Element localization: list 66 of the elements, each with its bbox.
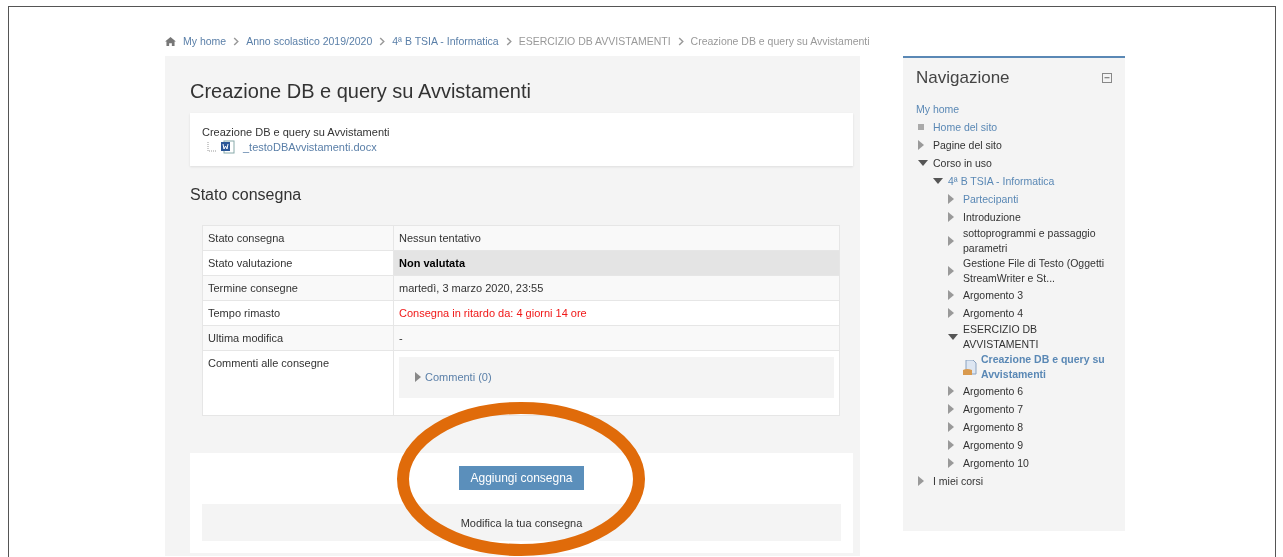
chevron-icon [379, 36, 386, 46]
intro-text: Creazione DB e query su Avvistamenti [202, 126, 391, 138]
block-title: Navigazione [916, 68, 1010, 88]
breadcrumb-link[interactable]: Anno scolastico 2019/2020 [246, 35, 373, 47]
nav-item[interactable]: Argomento 4 [963, 305, 1024, 321]
nav-link[interactable]: Home del sito [933, 119, 998, 135]
caret-icon [415, 372, 421, 382]
nav-item[interactable]: Argomento 8 [963, 419, 1024, 435]
collapsed-caret-icon[interactable] [948, 440, 954, 450]
table-cell: Stato consegna [202, 225, 394, 251]
collapsed-caret-icon[interactable] [948, 290, 954, 300]
table-cell: Stato valutazione [202, 250, 394, 276]
nav-item[interactable]: Gestione File di Testo (Oggetti StreamWriter e St... [963, 256, 1112, 286]
breadcrumb-link[interactable]: 4ª B TSIA - Informatica [392, 35, 499, 47]
collapsed-caret-icon[interactable] [948, 266, 954, 276]
chevron-icon [505, 36, 512, 46]
chevron-icon [233, 36, 240, 46]
breadcrumb-link[interactable]: My home [183, 35, 227, 47]
comments-link[interactable]: Commenti (0) [415, 371, 492, 383]
nav-item[interactable]: sottoprogrammi e passaggio parametri [963, 226, 1112, 256]
table-cell: Tempo rimasto [202, 300, 394, 326]
nav-item[interactable]: Introduzione [963, 209, 1021, 225]
nav-item[interactable]: ESERCIZIO DB AVVISTAMENTI [963, 322, 1112, 352]
collapsed-caret-icon[interactable] [948, 194, 954, 204]
collapsed-caret-icon[interactable] [918, 140, 924, 150]
file-link[interactable]: _testoDBAvvistamenti.docx [243, 141, 377, 153]
expanded-caret-icon[interactable] [918, 160, 928, 166]
table-cell: Consegna in ritardo da: 4 giorni 14 ore [393, 300, 840, 326]
collapsed-caret-icon[interactable] [948, 458, 954, 468]
collapsed-caret-icon[interactable] [948, 308, 954, 318]
word-document-icon [221, 140, 235, 154]
collapsed-caret-icon[interactable] [918, 476, 924, 486]
expanded-caret-icon[interactable] [948, 334, 958, 340]
nav-link[interactable]: Partecipanti [963, 191, 1019, 207]
edit-note-text: Modifica la tua consegna [460, 516, 583, 529]
collapsed-caret-icon[interactable] [948, 386, 954, 396]
table-cell: Ultima modifica [202, 325, 394, 351]
nav-item[interactable]: Argomento 3 [963, 287, 1024, 303]
nav-link[interactable]: 4ª B TSIA - Informatica [948, 173, 1055, 189]
assignment-icon [963, 359, 977, 375]
page-title: Creazione DB e query su Avvistamenti [190, 80, 532, 103]
table-cell: martedì, 3 marzo 2020, 23:55 [393, 275, 840, 301]
collapse-icon[interactable] [1102, 73, 1112, 83]
table-cell: Non valutata [393, 250, 840, 276]
nav-item[interactable]: Argomento 9 [963, 437, 1024, 453]
nav-item[interactable]: Argomento 6 [963, 383, 1024, 399]
table-cell: - [393, 325, 840, 351]
collapsed-caret-icon[interactable] [948, 404, 954, 414]
bullet-icon [918, 124, 924, 130]
nav-link[interactable]: My home [916, 101, 960, 117]
nav-item[interactable]: Argomento 7 [963, 401, 1024, 417]
table-cell: Termine consegne [202, 275, 394, 301]
nav-item[interactable]: I miei corsi [933, 473, 984, 489]
nav-item[interactable]: Pagine del sito [933, 137, 1002, 153]
expanded-caret-icon[interactable] [933, 178, 943, 184]
nav-item[interactable]: Argomento 10 [963, 455, 1029, 471]
chevron-icon [677, 36, 684, 46]
table-cell: Nessun tentativo [393, 225, 840, 251]
collapsed-caret-icon[interactable] [948, 212, 954, 222]
tree-connector-icon [207, 142, 217, 152]
nav-item[interactable]: Corso in uso [933, 155, 992, 171]
section-heading: Stato consegna [190, 186, 303, 204]
collapsed-caret-icon[interactable] [948, 236, 954, 246]
home-icon [165, 36, 176, 46]
collapsed-caret-icon[interactable] [948, 422, 954, 432]
table-cell: Commenti alle consegne [202, 350, 394, 416]
